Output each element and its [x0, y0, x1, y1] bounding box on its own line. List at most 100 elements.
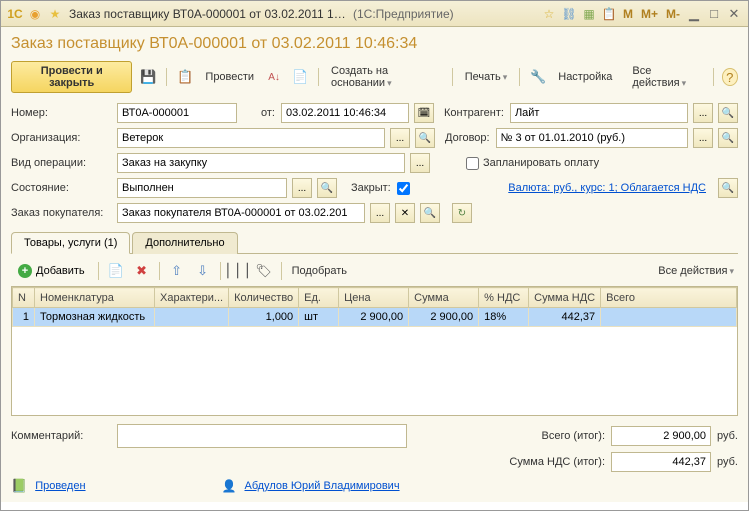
tab-all-actions-button[interactable]: Все действия▾: [654, 263, 738, 279]
move-down-icon[interactable]: ⇩: [192, 260, 214, 282]
contractor-open-button[interactable]: 🔍: [718, 103, 738, 123]
user-link[interactable]: Абдулов Юрий Владимирович: [245, 480, 400, 492]
create-based-button[interactable]: Создать на основании▾: [327, 63, 444, 91]
doc-icon[interactable]: 📄: [290, 66, 310, 88]
currency-open-button[interactable]: 🔍: [718, 178, 738, 198]
plan-payment-checkbox[interactable]: [466, 157, 479, 170]
state-input[interactable]: [117, 178, 287, 198]
contractor-select-button[interactable]: ...: [693, 103, 713, 123]
post-button[interactable]: Провести: [201, 69, 258, 85]
col-n[interactable]: N: [13, 288, 35, 308]
vat-total-value: [611, 452, 711, 472]
calendar-icon[interactable]: 📋: [601, 6, 617, 22]
buyer-order-input[interactable]: [117, 203, 365, 223]
number-label: Номер:: [11, 107, 111, 119]
tab-extra[interactable]: Дополнительно: [132, 232, 237, 254]
save-icon[interactable]: 💾: [138, 66, 158, 88]
copy-row-icon[interactable]: 📄: [105, 260, 127, 282]
buyer-order-select-button[interactable]: ...: [370, 203, 390, 223]
main-toolbar: Провести и закрыть 💾 📋 Провести A↓ 📄 Соз…: [11, 61, 738, 93]
pick-button[interactable]: Подобрать: [288, 263, 351, 279]
delete-row-icon[interactable]: ✖: [131, 260, 153, 282]
col-nomen[interactable]: Номенклатура: [35, 288, 155, 308]
print-button[interactable]: Печать▾: [461, 69, 512, 85]
tag-icon[interactable]: 🏷: [253, 260, 275, 282]
state-label: Состояние:: [11, 182, 111, 194]
app-name: (1С:Предприятие): [353, 7, 454, 21]
settings-button[interactable]: Настройка: [554, 69, 616, 85]
org-input[interactable]: [117, 128, 385, 148]
contract-input[interactable]: [496, 128, 688, 148]
col-total[interactable]: Всего: [601, 288, 737, 308]
nav-back-icon[interactable]: ◉: [27, 6, 43, 22]
form: Номер: от: 🗓 Контрагент: ... 🔍 Организац…: [11, 103, 738, 223]
date-picker-button[interactable]: 🗓: [414, 103, 434, 123]
post-icon[interactable]: 📋: [175, 66, 195, 88]
col-char[interactable]: Характери...: [155, 288, 229, 308]
status-bar: 📗 Проведен 👤 Абдулов Юрий Владимирович: [11, 478, 738, 494]
op-type-label: Вид операции:: [11, 157, 111, 169]
col-unit[interactable]: Ед.: [299, 288, 339, 308]
rub-label-2: руб.: [717, 456, 738, 468]
col-price[interactable]: Цена: [339, 288, 409, 308]
buyer-order-fill-button[interactable]: ↻: [452, 203, 472, 223]
app-icon: 1C: [7, 6, 23, 22]
mem-mplus-button[interactable]: M+: [641, 7, 658, 21]
tab-goods[interactable]: Товары, услуги (1): [11, 232, 130, 254]
number-input[interactable]: [117, 103, 237, 123]
col-sum[interactable]: Сумма: [409, 288, 479, 308]
tabs: Товары, услуги (1) Дополнительно: [11, 231, 738, 254]
mem-mminus-button[interactable]: M-: [666, 7, 680, 21]
add-row-button[interactable]: + Добавить: [11, 261, 92, 281]
help-icon[interactable]: ?: [722, 68, 738, 86]
posted-icon: 📗: [11, 478, 27, 494]
posted-status[interactable]: Проведен: [35, 480, 85, 492]
calc-icon[interactable]: ▦: [581, 6, 597, 22]
op-type-input[interactable]: [117, 153, 405, 173]
buyer-order-clear-button[interactable]: ✕: [395, 203, 415, 223]
all-actions-button[interactable]: Все действия▾: [628, 63, 704, 91]
barcode-icon[interactable]: ⎪⎪⎪: [227, 260, 249, 282]
buyer-order-label: Заказ покупателя:: [11, 207, 111, 219]
contract-open-button[interactable]: 🔍: [718, 128, 738, 148]
col-vat-pct[interactable]: % НДС: [479, 288, 529, 308]
closed-label: Закрыт:: [351, 182, 391, 194]
maximize-button[interactable]: □: [704, 6, 724, 22]
page-title: Заказ поставщику ВТ0А-000001 от 03.02.20…: [11, 35, 738, 53]
star-icon[interactable]: ☆: [541, 6, 557, 22]
buyer-order-open-button[interactable]: 🔍: [420, 203, 440, 223]
table-row[interactable]: 1 Тормозная жидкость 1,000 шт 2 900,00 2…: [13, 308, 737, 327]
post-and-close-button[interactable]: Провести и закрыть: [11, 61, 132, 93]
contract-select-button[interactable]: ...: [693, 128, 713, 148]
total-value: [611, 426, 711, 446]
contractor-input[interactable]: [510, 103, 688, 123]
col-vat-sum[interactable]: Сумма НДС: [529, 288, 601, 308]
closed-checkbox[interactable]: [397, 182, 410, 195]
mem-m-button[interactable]: M: [623, 7, 633, 21]
total-label: Всего (итог):: [505, 430, 605, 442]
link-icon[interactable]: ⛓: [561, 6, 577, 22]
goods-table-wrap[interactable]: N Номенклатура Характери... Количество Е…: [11, 286, 738, 416]
org-select-button[interactable]: ...: [390, 128, 410, 148]
minimize-button[interactable]: ▁: [684, 6, 704, 22]
org-label: Организация:: [11, 132, 111, 144]
titlebar: 1C ◉ ★ Заказ поставщику ВТ0А-000001 от 0…: [1, 1, 748, 27]
plan-payment-label: Запланировать оплату: [483, 157, 599, 169]
sort-icon[interactable]: A↓: [264, 66, 284, 88]
col-qty[interactable]: Количество: [229, 288, 299, 308]
comment-label: Комментарий:: [11, 430, 111, 442]
currency-info-link[interactable]: Валюта: руб., курс: 1; Облагается НДС: [508, 182, 706, 194]
window-title: Заказ поставщику ВТ0А-000001 от 03.02.20…: [69, 7, 349, 21]
footer-vat-row: Сумма НДС (итог): руб.: [11, 452, 738, 472]
contractor-label: Контрагент:: [444, 107, 504, 119]
comment-input[interactable]: [117, 424, 407, 448]
close-button[interactable]: ✕: [724, 6, 744, 22]
state-open-button[interactable]: 🔍: [317, 178, 337, 198]
state-select-button[interactable]: ...: [292, 178, 312, 198]
date-input[interactable]: [281, 103, 409, 123]
favorite-icon[interactable]: ★: [47, 6, 63, 22]
op-type-select-button[interactable]: ...: [410, 153, 430, 173]
move-up-icon[interactable]: ⇧: [166, 260, 188, 282]
org-open-button[interactable]: 🔍: [415, 128, 435, 148]
vat-total-label: Сумма НДС (итог):: [505, 456, 605, 468]
